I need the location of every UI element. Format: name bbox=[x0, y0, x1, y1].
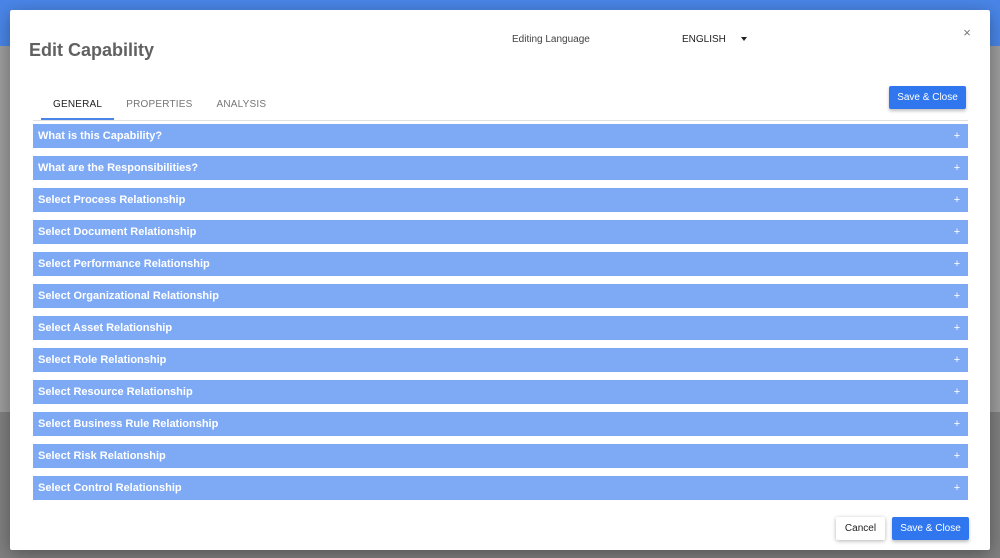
caret-down-icon bbox=[740, 37, 747, 41]
section-title: Select Performance Relationship bbox=[38, 258, 210, 270]
plus-icon: + bbox=[953, 290, 961, 302]
language-select-value: ENGLISH bbox=[682, 33, 726, 45]
dialog-title: Edit Capability bbox=[29, 40, 155, 60]
tab-properties[interactable]: PROPERTIES bbox=[114, 90, 204, 120]
language-select[interactable]: ENGLISH bbox=[682, 30, 747, 48]
section-title: Select Process Relationship bbox=[38, 194, 186, 206]
section-title: Select Document Relationship bbox=[38, 226, 197, 238]
edit-capability-dialog: Edit Capability Editing Language ENGLISH… bbox=[10, 10, 990, 550]
plus-icon: + bbox=[953, 354, 961, 366]
section-business-rule-relationship[interactable]: Select Business Rule Relationship + bbox=[33, 412, 968, 436]
section-title: Select Asset Relationship bbox=[38, 322, 173, 334]
tab-bar: GENERAL PROPERTIES ANALYSIS bbox=[41, 90, 278, 120]
section-title: What is this Capability? bbox=[38, 130, 163, 142]
plus-icon: + bbox=[953, 322, 961, 334]
section-title: Select Organizational Relationship bbox=[38, 290, 219, 302]
section-process-relationship[interactable]: Select Process Relationship + bbox=[33, 188, 968, 212]
plus-icon: + bbox=[953, 130, 961, 142]
section-title: Select Control Relationship bbox=[38, 482, 182, 494]
section-organizational-relationship[interactable]: Select Organizational Relationship + bbox=[33, 284, 968, 308]
plus-icon: + bbox=[953, 162, 961, 174]
section-resource-relationship[interactable]: Select Resource Relationship + bbox=[33, 380, 968, 404]
plus-icon: + bbox=[953, 386, 961, 398]
plus-icon: + bbox=[953, 258, 961, 270]
plus-icon: + bbox=[953, 226, 961, 238]
tab-general[interactable]: GENERAL bbox=[41, 90, 115, 120]
section-asset-relationship[interactable]: Select Asset Relationship + bbox=[33, 316, 968, 340]
save-close-button-top[interactable]: Save & Close bbox=[889, 86, 966, 109]
section-title: Select Risk Relationship bbox=[38, 450, 166, 462]
tab-analysis[interactable]: ANALYSIS bbox=[204, 90, 278, 120]
cancel-button[interactable]: Cancel bbox=[836, 517, 885, 540]
close-icon[interactable]: × bbox=[960, 26, 974, 40]
plus-icon: + bbox=[953, 450, 961, 462]
section-risk-relationship[interactable]: Select Risk Relationship + bbox=[33, 444, 968, 468]
section-title: What are the Responsibilities? bbox=[38, 162, 199, 174]
section-role-relationship[interactable]: Select Role Relationship + bbox=[33, 348, 968, 372]
section-control-relationship[interactable]: Select Control Relationship + bbox=[33, 476, 968, 500]
plus-icon: + bbox=[953, 418, 961, 430]
tabs-divider bbox=[33, 120, 968, 121]
save-close-button-bottom[interactable]: Save & Close bbox=[892, 517, 969, 540]
plus-icon: + bbox=[953, 194, 961, 206]
section-performance-relationship[interactable]: Select Performance Relationship + bbox=[33, 252, 968, 276]
plus-icon: + bbox=[953, 482, 961, 494]
section-title: Select Business Rule Relationship bbox=[38, 418, 219, 430]
section-list: What is this Capability? + What are the … bbox=[33, 124, 968, 508]
section-capability[interactable]: What is this Capability? + bbox=[33, 124, 968, 148]
section-title: Select Resource Relationship bbox=[38, 386, 193, 398]
section-document-relationship[interactable]: Select Document Relationship + bbox=[33, 220, 968, 244]
section-title: Select Role Relationship bbox=[38, 354, 167, 366]
editing-language-label: Editing Language bbox=[512, 34, 590, 45]
section-responsibilities[interactable]: What are the Responsibilities? + bbox=[33, 156, 968, 180]
